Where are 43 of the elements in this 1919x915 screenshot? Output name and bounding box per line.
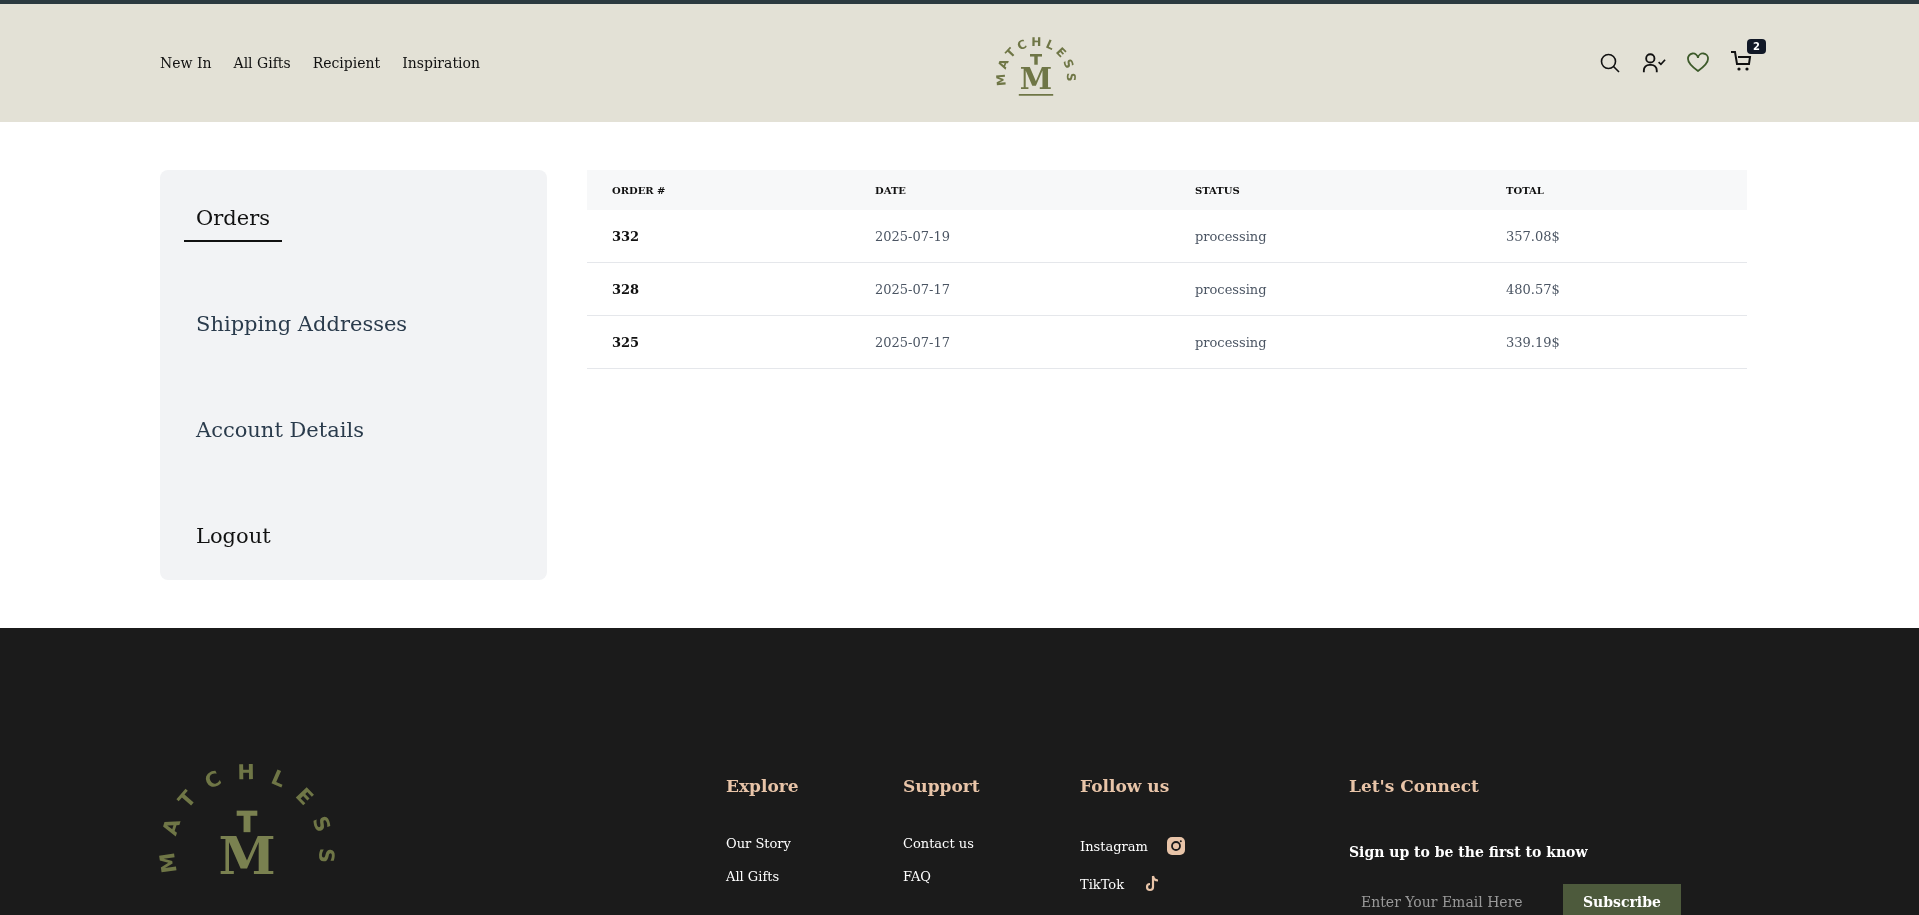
table-cell: 328 — [587, 262, 850, 316]
footer-link[interactable]: All Gifts — [726, 869, 780, 884]
instagram-icon[interactable] — [1165, 836, 1186, 856]
cart-icon[interactable] — [1730, 49, 1754, 73]
subscribe-button[interactable]: Subscribe — [1563, 884, 1681, 915]
search-icon[interactable] — [1598, 51, 1622, 75]
column-header: TOTAL — [1481, 170, 1747, 210]
newsletter-text: Sign up to be the first to know — [1349, 844, 1589, 860]
table-cell: processing — [1170, 315, 1481, 369]
sidebar-item[interactable]: Orders — [184, 196, 282, 242]
footer-link[interactable]: Instagram — [1080, 838, 1148, 854]
footer-heading: Explore — [726, 776, 800, 796]
column-header: ORDER # — [587, 170, 850, 210]
sidebar-item[interactable]: Shipping Addresses — [184, 302, 420, 348]
table-cell: 339.19$ — [1481, 315, 1747, 369]
column-header: DATE — [850, 170, 1170, 210]
sidebar-item[interactable]: Logout — [184, 514, 283, 560]
table-cell: 357.08$ — [1481, 210, 1747, 263]
table-cell: 2025-07-19 — [850, 210, 1170, 263]
table-cell: 332 — [587, 210, 850, 263]
nav-link[interactable]: Inspiration — [402, 55, 480, 71]
table-cell: 2025-07-17 — [850, 262, 1170, 316]
nav-link[interactable]: Recipient — [312, 55, 381, 71]
footer-link[interactable]: TikTok — [1080, 876, 1125, 892]
footer-link[interactable]: Our Story — [726, 836, 791, 851]
user-check-icon[interactable] — [1642, 51, 1666, 75]
nav-link[interactable]: New In — [160, 55, 212, 71]
footer-link[interactable]: FAQ — [903, 869, 931, 884]
table-cell: 480.57$ — [1481, 262, 1747, 316]
footer-link[interactable]: Contact us — [903, 836, 974, 851]
table-cell: 325 — [587, 315, 850, 369]
table-cell: 2025-07-17 — [850, 315, 1170, 369]
footer-heading: Let's Connect — [1349, 776, 1480, 796]
email-field[interactable]: Enter Your Email Here — [1349, 884, 1563, 915]
footer-heading: Follow us — [1080, 776, 1171, 796]
heart-icon[interactable] — [1686, 51, 1710, 75]
table-cell: processing — [1170, 210, 1481, 263]
nav-link[interactable]: All Gifts — [233, 55, 291, 71]
sidebar-item[interactable]: Account Details — [184, 408, 376, 454]
cart-count-badge: 2 — [1747, 39, 1766, 54]
table-cell: processing — [1170, 262, 1481, 316]
footer-heading: Support — [903, 776, 981, 796]
column-header: STATUS — [1170, 170, 1481, 210]
